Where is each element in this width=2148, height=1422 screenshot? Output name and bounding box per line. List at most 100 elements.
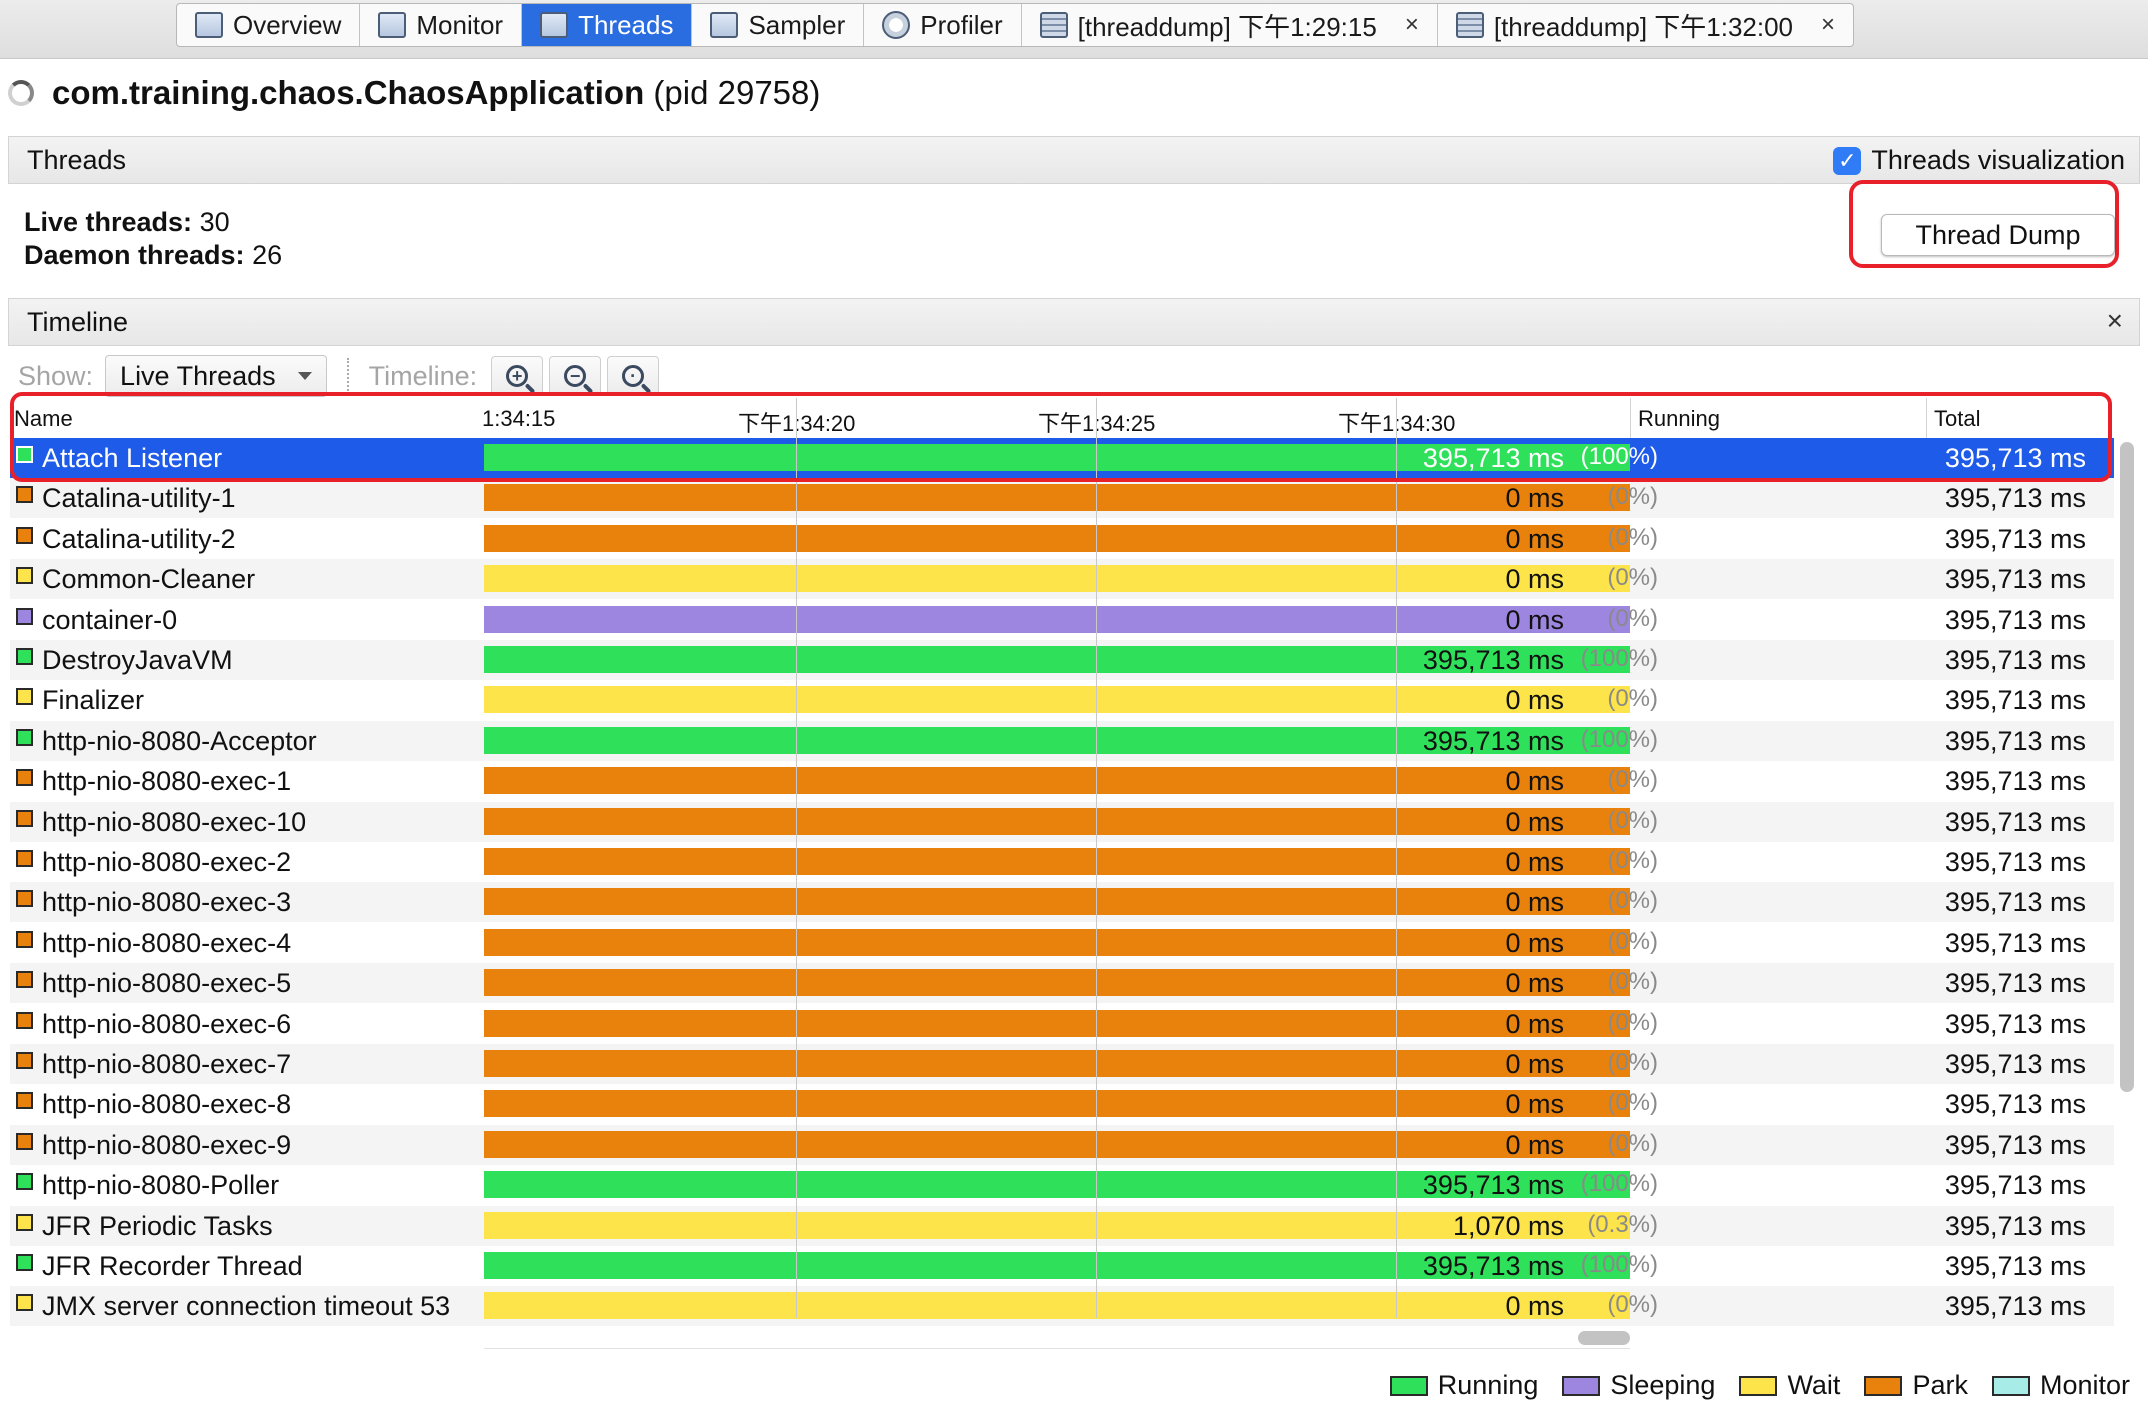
total-time: 395,713 ms <box>1944 1129 2086 1160</box>
thread-state-icon <box>16 850 33 867</box>
thread-timeline-bar <box>484 888 1630 916</box>
total-time: 395,713 ms <box>1944 1291 2086 1322</box>
table-row[interactable]: DestroyJavaVM 395,713 ms (100%) 395,713 ms <box>10 640 2114 680</box>
legend-label: Sleeping <box>1610 1370 1716 1400</box>
legend-label: Monitor <box>2039 1370 2130 1400</box>
timeline-toolbar: Show: Live Threads Timeline: + − · <box>18 355 660 397</box>
table-row[interactable]: http-nio-8080-exec-7 0 ms (0%) 395,713 ms <box>10 1044 2114 1084</box>
table-row[interactable]: http-nio-8080-exec-5 0 ms (0%) 395,713 ms <box>10 963 2114 1004</box>
checkbox-checked-icon[interactable]: ✓ <box>1833 146 1862 175</box>
monitor-icon <box>378 12 407 38</box>
table-row[interactable]: JFR Periodic Tasks 1,070 ms (0.3%) 395,713 … <box>10 1205 2114 1246</box>
table-row[interactable]: http-nio-8080-exec-1 0 ms (0%) 395,713 ms <box>10 761 2114 801</box>
running-percent: (0%) <box>1607 968 1658 996</box>
running-time: 395,713 ms <box>1422 645 1564 675</box>
close-tab-icon[interactable]: × <box>1821 11 1835 39</box>
total-time: 395,713 ms <box>1944 725 2086 756</box>
total-time: 395,713 ms <box>1944 1170 2086 1201</box>
table-row[interactable]: Finalizer 0 ms (0%) 395,713 ms <box>10 680 2114 720</box>
legend-label: Running <box>1437 1370 1539 1400</box>
thread-name: http-nio-8080-exec-2 <box>42 847 292 877</box>
tab-label: Overview <box>233 9 342 40</box>
table-row[interactable]: Catalina-utility-2 0 ms (0%) 395,713 ms <box>10 519 2114 559</box>
threaddump-icon <box>1039 12 1068 38</box>
threads-visualization-toggle[interactable]: ✓ Threads visualization <box>1833 145 2125 176</box>
thread-timeline-bar <box>484 848 1630 875</box>
thread-state-icon <box>16 971 33 989</box>
table-row[interactable]: http-nio-8080-exec-10 0 ms (0%) 395,713 ms <box>10 801 2114 842</box>
tab-monitor[interactable]: Monitor <box>360 4 523 46</box>
thread-state-icon <box>16 1132 33 1150</box>
thread-name: JFR Periodic Tasks <box>42 1210 273 1241</box>
table-row[interactable]: http-nio-8080-exec-8 0 ms (0%) 395,713 ms <box>10 1084 2114 1124</box>
legend-item-running: Running <box>1389 1370 1539 1401</box>
timeline-close-icon[interactable]: × <box>2107 305 2123 337</box>
column-name[interactable]: Name <box>14 406 73 432</box>
table-row[interactable]: http-nio-8080-Poller 395,713 ms (100%) 395,… <box>10 1165 2114 1205</box>
running-percent: (100%) <box>1580 645 1658 672</box>
table-row[interactable]: http-nio-8080-exec-4 0 ms (0%) 395,713 ms <box>10 923 2114 963</box>
tab-threaddump-1-29-15[interactable]: [threaddump] 下午1:29:15 × <box>1022 4 1438 46</box>
tab-threads[interactable]: Threads <box>522 4 693 46</box>
thread-state-icon <box>16 1092 33 1110</box>
close-tab-icon[interactable]: × <box>1405 11 1419 39</box>
thread-name: Common-Cleaner <box>42 564 256 595</box>
table-row[interactable]: http-nio-8080-exec-9 0 ms (0%) 395,713 ms <box>10 1124 2114 1165</box>
table-row[interactable]: http-nio-8080-exec-6 0 ms (0%) 395,713 ms <box>10 1004 2114 1044</box>
table-row[interactable]: http-nio-8080-exec-2 0 ms (0%) 395,713 ms <box>10 842 2114 882</box>
column-total[interactable]: Total <box>1934 406 1980 432</box>
table-row[interactable]: Attach Listener 395,713 ms (100%) 395,713 m… <box>10 438 2114 478</box>
overview-icon <box>195 12 223 38</box>
table-row[interactable]: container-0 0 ms (0%) 395,713 ms <box>10 600 2114 640</box>
running-percent: (0%) <box>1607 564 1658 592</box>
thread-name: http-nio-8080-exec-5 <box>42 968 292 999</box>
tab-profiler[interactable]: Profiler <box>864 4 1022 46</box>
table-row[interactable]: Catalina-utility-1 0 ms (0%) 395,713 ms <box>10 478 2114 519</box>
app-pid: (pid 29758) <box>653 74 821 111</box>
thread-state-icon <box>16 486 33 504</box>
total-time: 395,713 ms <box>1944 927 2086 958</box>
horizontal-scrollbar[interactable] <box>1578 1331 1630 1345</box>
tab-overview[interactable]: Overview <box>177 4 361 46</box>
thread-state-icon <box>16 526 33 544</box>
state-legend: Running Sleeping Wait Park Monitor <box>1389 1370 2130 1401</box>
daemon-threads-value: 26 <box>252 240 283 270</box>
table-row[interactable]: Common-Cleaner 0 ms (0%) 395,713 ms <box>10 559 2114 600</box>
table-row[interactable]: http-nio-8080-Acceptor 395,713 ms (100%) 39… <box>10 720 2114 761</box>
tab-sampler[interactable]: Sampler <box>692 4 865 46</box>
running-percent: (0%) <box>1607 685 1658 713</box>
profiler-icon <box>882 11 911 39</box>
running-time: 0 ms <box>1505 604 1564 635</box>
table-row[interactable]: JFR Recorder Thread 395,713 ms (100%) 395,7… <box>10 1246 2114 1286</box>
column-divider[interactable] <box>1926 398 1927 438</box>
thread-state-icon <box>16 1052 33 1069</box>
thread-state-icon <box>16 1213 33 1231</box>
thread-name: Catalina-utility-1 <box>42 483 236 514</box>
table-row[interactable]: JMX server connection timeout 53 0 ms (0%)… <box>10 1286 2114 1327</box>
threads-visualization-label: Threads visualization <box>1871 145 2125 175</box>
thread-state-icon <box>16 607 33 625</box>
timeline-gridline <box>796 398 797 1318</box>
column-divider[interactable] <box>1630 398 1631 438</box>
thread-timeline-bar <box>484 484 1630 512</box>
show-select[interactable]: Live Threads <box>105 355 327 397</box>
zoom-fit-button[interactable]: · <box>607 356 660 396</box>
total-time: 395,713 ms <box>1944 1251 2086 1281</box>
thread-timeline-bar <box>484 1009 1630 1037</box>
live-threads-label: Live threads: <box>24 207 193 237</box>
zoom-out-button[interactable]: − <box>549 356 602 396</box>
zoom-in-button[interactable]: + <box>491 356 544 396</box>
thread-dump-button[interactable]: Thread Dump <box>1881 214 2115 256</box>
thread-state-icon <box>16 1173 33 1191</box>
thread-timeline-bar <box>484 1292 1630 1320</box>
thread-state-icon <box>16 728 33 746</box>
show-label: Show: <box>18 360 94 391</box>
thread-timeline-bar <box>484 524 1630 552</box>
sampler-icon <box>710 12 739 38</box>
table-row[interactable]: http-nio-8080-exec-3 0 ms (0%) 395,713 ms <box>10 882 2114 923</box>
zoom-in-icon: + <box>506 365 529 387</box>
vertical-scrollbar[interactable] <box>2120 442 2134 1092</box>
tab-threaddump-1-32-00[interactable]: [threaddump] 下午1:32:00 × <box>1438 4 1853 46</box>
running-percent: (0%) <box>1607 847 1658 874</box>
column-running[interactable]: Running <box>1638 406 1720 432</box>
